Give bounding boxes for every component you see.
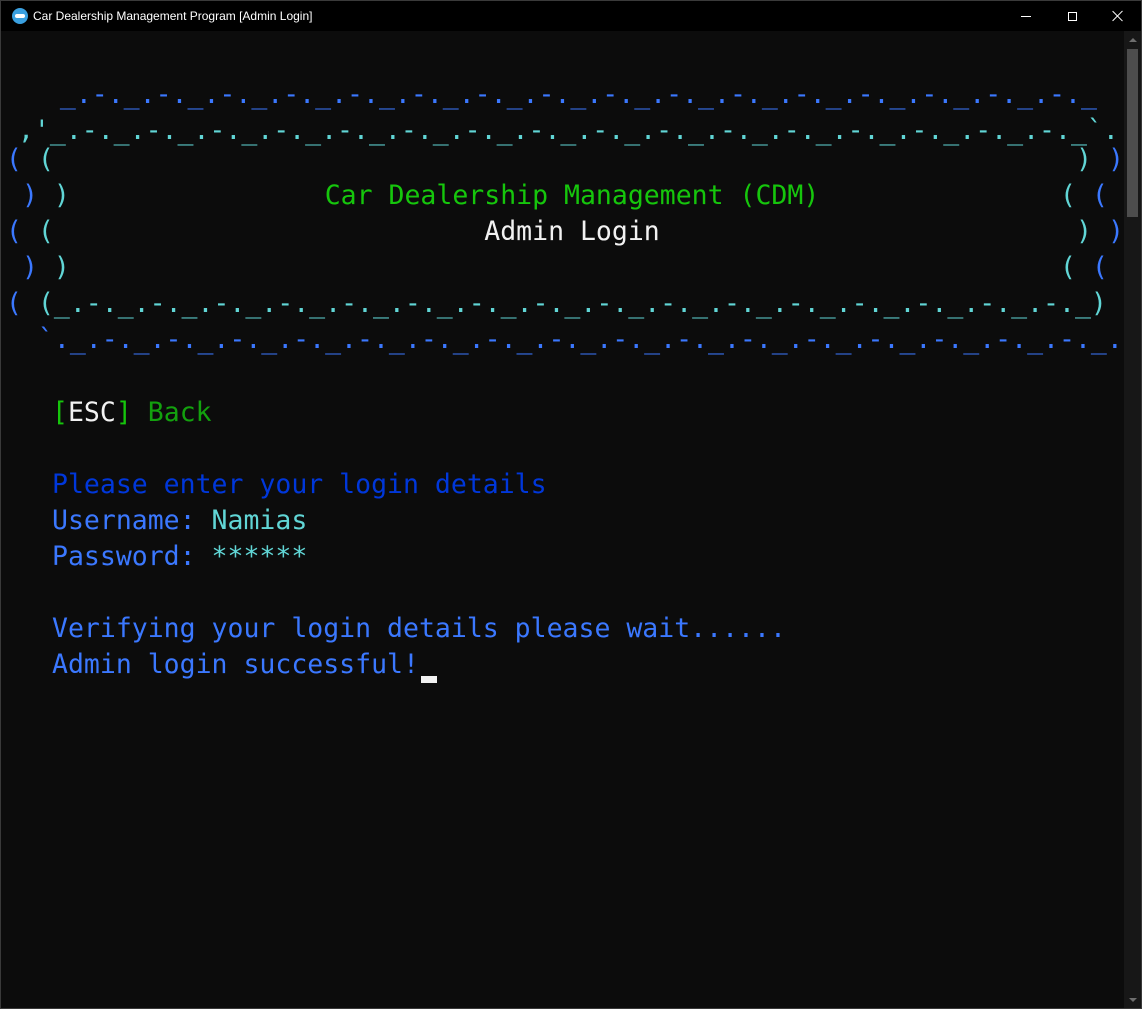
arrow-down-icon	[1128, 997, 1137, 1002]
banner-border-top: _.-._.-._.-._.-._.-._.-._.-._.-._.-._.-.…	[12, 79, 1097, 110]
minimize-icon	[1021, 15, 1031, 17]
esc-key-label: ESC	[67, 397, 116, 428]
password-label: Password:	[52, 541, 212, 572]
verifying-message: Verifying your login details please wait…	[52, 613, 786, 644]
back-label: Back	[147, 397, 212, 428]
maximize-button[interactable]	[1049, 1, 1095, 31]
login-prompt: Please enter your login details	[52, 469, 547, 500]
close-icon	[1112, 10, 1124, 22]
text-cursor	[420, 676, 437, 683]
esc-back-option[interactable]: [ESC] Back	[52, 395, 212, 431]
login-result-message: Admin login successful!	[52, 649, 419, 680]
scroll-thumb[interactable]	[1127, 49, 1138, 217]
password-field[interactable]: ******	[212, 541, 308, 572]
banner-side-right-1: ) )	[1076, 144, 1124, 175]
console-app-icon	[12, 8, 28, 24]
arrow-up-icon	[1128, 37, 1137, 42]
scroll-down-button[interactable]	[1124, 991, 1141, 1008]
banner-side-right-4: ( (	[1060, 252, 1108, 283]
console-output[interactable]: _.-._.-._.-._.-._.-._.-._.-._.-._.-._.-.…	[2, 31, 1124, 1008]
banner-border-top-inner: ,'_.-._.-._.-._.-._.-._.-._.-._.-._.-._.…	[2, 115, 1119, 146]
app-title: Car Dealership Management (CDM)	[324, 180, 820, 211]
banner-side-left-1: ( (	[6, 144, 54, 175]
page-title: Admin Login	[484, 216, 660, 247]
username-field[interactable]: Namias	[212, 505, 308, 536]
banner-border-bottom-outer: `._.-._.-._.-._.-._.-._.-._.-._.-._.-._.…	[6, 324, 1124, 355]
username-label: Username:	[52, 505, 212, 536]
close-button[interactable]	[1095, 1, 1141, 31]
vertical-scrollbar[interactable]	[1124, 31, 1141, 1008]
banner-side-left-4: ) )	[21, 252, 70, 283]
username-line: Username: Namias	[52, 503, 307, 539]
window-title: Car Dealership Management Program [Admin…	[33, 9, 313, 23]
minimize-button[interactable]	[1003, 1, 1049, 31]
maximize-icon	[1067, 11, 1077, 21]
console-window: Car Dealership Management Program [Admin…	[0, 0, 1142, 1009]
scroll-up-button[interactable]	[1124, 31, 1141, 48]
title-bar[interactable]: Car Dealership Management Program [Admin…	[1, 1, 1141, 31]
login-result-line: Admin login successful!	[52, 647, 437, 683]
password-line: Password: ******	[52, 539, 307, 575]
banner-border-bottom: ( (_.-._.-._.-._.-._.-._.-._.-._.-._.-._…	[6, 288, 1124, 319]
